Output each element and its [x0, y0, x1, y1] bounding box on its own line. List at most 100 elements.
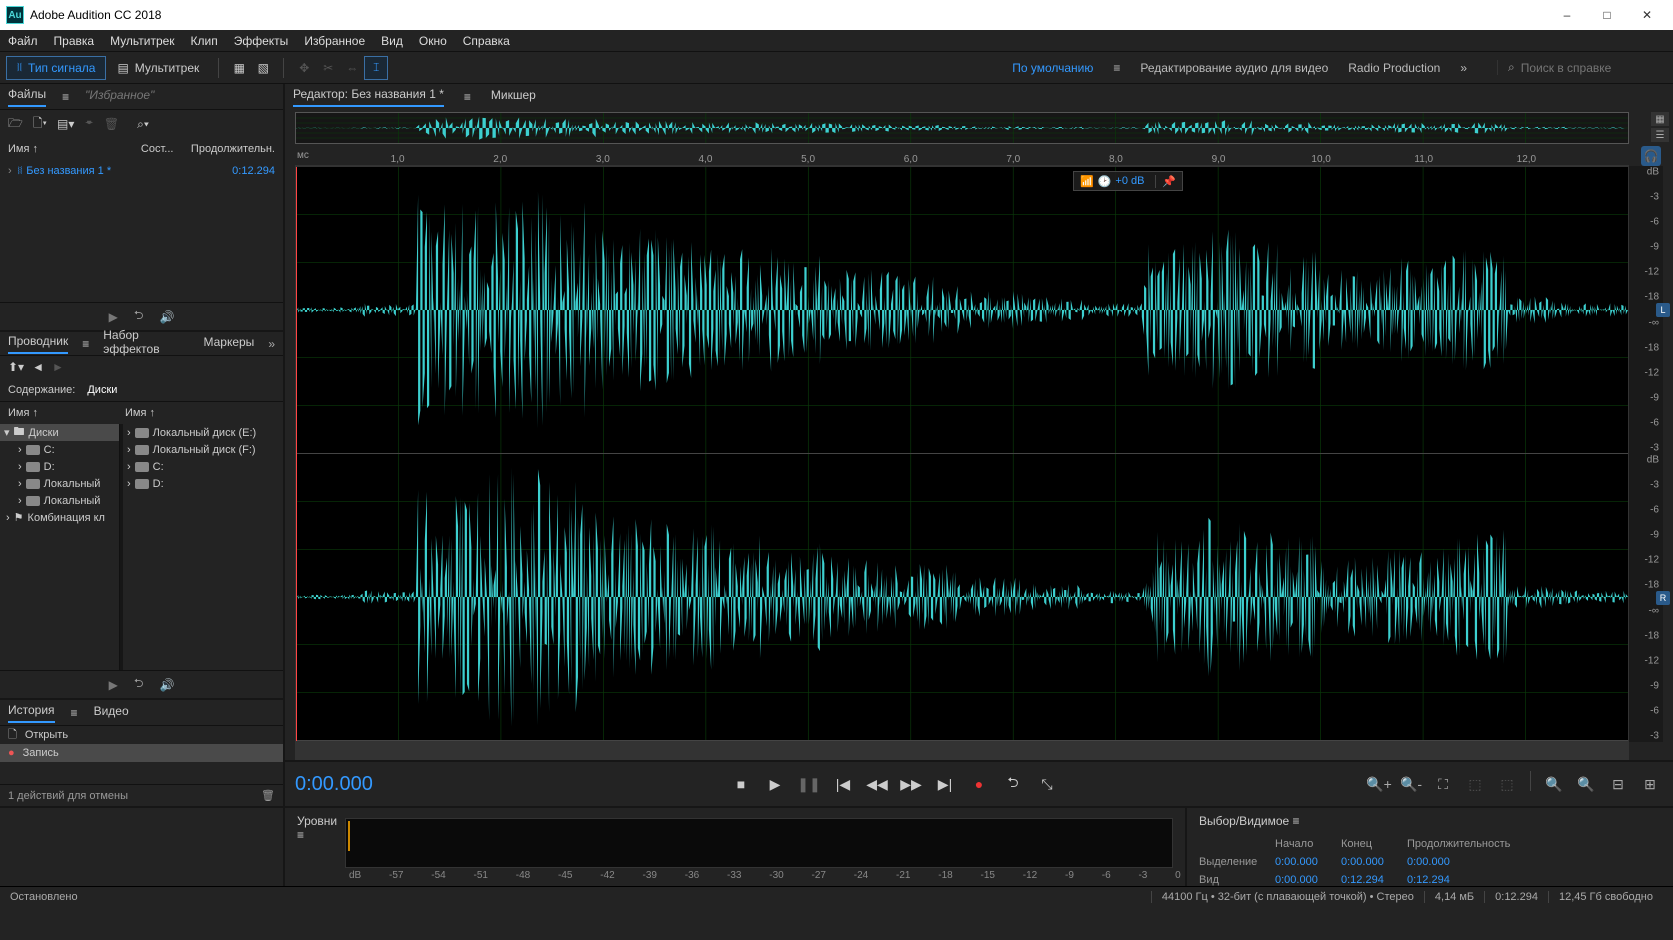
file-row[interactable]: › ⧘⧙ Без названия 1 * 0:12.294: [0, 160, 283, 182]
open-file-icon[interactable]: 🗁: [8, 114, 23, 135]
new-file-icon[interactable]: 🗋▾: [33, 114, 47, 135]
fwd-icon[interactable]: ►: [52, 360, 64, 374]
browser-list-col-name[interactable]: Имя ↑: [125, 407, 275, 419]
timecode[interactable]: 0:00.000: [295, 773, 575, 796]
pin-icon[interactable]: 📌: [1155, 175, 1176, 188]
view-end[interactable]: 0:12.294: [1341, 874, 1407, 886]
tab-video[interactable]: Видео: [94, 704, 129, 722]
mixer-tab[interactable]: Микшер: [491, 88, 536, 106]
tree-local2[interactable]: › Локальный: [0, 492, 119, 509]
play-icon[interactable]: ▶: [109, 310, 118, 324]
insert-icon[interactable]: 🠿: [84, 114, 94, 135]
tree-d[interactable]: › D:: [0, 458, 119, 475]
menu-help[interactable]: Справка: [463, 34, 510, 48]
zoom-reset-amp-icon[interactable]: ⊟: [1605, 771, 1631, 797]
toolbar-spectral-pitch-icon[interactable]: ▧: [251, 56, 275, 80]
pause-button[interactable]: ❚❚: [796, 771, 822, 797]
autoplay-icon[interactable]: 🔊: [159, 678, 174, 692]
browser-col-name[interactable]: Имя ↑: [8, 407, 125, 419]
toolbar-spectral-freq-icon[interactable]: ▦: [227, 56, 251, 80]
tab-browser-menu-icon[interactable]: ≡: [82, 337, 89, 351]
channel-left-label[interactable]: L: [1656, 303, 1670, 317]
tree-disks[interactable]: ▾ 🖿Диски: [0, 424, 119, 441]
skip-start-button[interactable]: |◀: [830, 771, 856, 797]
level-meter[interactable]: [345, 818, 1173, 868]
maximize-button[interactable]: □: [1587, 0, 1627, 30]
workspace-radio[interactable]: Radio Production: [1348, 61, 1440, 75]
minimize-button[interactable]: –: [1547, 0, 1587, 30]
time-selection-tool-icon[interactable]: 𝙸: [364, 56, 388, 80]
close-button[interactable]: ✕: [1627, 0, 1667, 30]
menu-file[interactable]: Файл: [8, 34, 38, 48]
tab-favorites[interactable]: "Избранное": [85, 88, 154, 106]
play-button[interactable]: ▶: [762, 771, 788, 797]
zoom-in-time-icon[interactable]: 🔍+: [1366, 771, 1392, 797]
slip-tool-icon[interactable]: ⇔: [340, 56, 364, 80]
zoom-toggle-icon[interactable]: ⊞: [1637, 771, 1663, 797]
filter-search-icon[interactable]: ⌕▾: [137, 117, 149, 132]
sel-end[interactable]: 0:00.000: [1341, 856, 1407, 868]
list-item[interactable]: › Локальный диск (E:): [123, 424, 283, 441]
horizontal-scrollbar[interactable]: [295, 742, 1629, 760]
mode-waveform-button[interactable]: ⧘⧙ Тип сигнала: [6, 56, 106, 80]
files-col-status[interactable]: Сост...: [141, 143, 191, 155]
menu-view[interactable]: Вид: [381, 34, 403, 48]
menu-favorites[interactable]: Избранное: [304, 34, 365, 48]
autoplay-icon[interactable]: 🔊: [159, 310, 174, 324]
razor-tool-icon[interactable]: ✂: [316, 56, 340, 80]
tab-history-menu-icon[interactable]: ≡: [71, 706, 78, 720]
list-item[interactable]: › C:: [123, 458, 283, 475]
list-item[interactable]: › Локальный диск (F:): [123, 441, 283, 458]
tab-more-icon[interactable]: »: [268, 337, 275, 351]
up-button-icon[interactable]: ⬆▾: [8, 360, 24, 374]
loop-button[interactable]: ⮌: [1000, 771, 1026, 797]
selection-menu-icon[interactable]: ≡: [1293, 814, 1300, 828]
rewind-button[interactable]: ◀◀: [864, 771, 890, 797]
back-icon[interactable]: ◄: [32, 360, 44, 374]
zoom-out-time-icon[interactable]: 🔍-: [1398, 771, 1424, 797]
skip-selection-button[interactable]: ⤡: [1034, 771, 1060, 797]
mode-multitrack-button[interactable]: ▤ Мультитрек: [106, 56, 210, 80]
tab-files-menu-icon[interactable]: ≡: [62, 90, 69, 104]
editor-tab-menu-icon[interactable]: ≡: [464, 90, 471, 104]
overview-opt2-icon[interactable]: ☰: [1651, 128, 1669, 142]
tree-local1[interactable]: › Локальный: [0, 475, 119, 492]
levels-label[interactable]: Уровни: [297, 814, 337, 828]
forward-button[interactable]: ▶▶: [898, 771, 924, 797]
workspace-more-icon[interactable]: »: [1460, 61, 1467, 75]
new-multitrack-icon[interactable]: ▤▾: [57, 117, 74, 131]
sel-dur[interactable]: 0:00.000: [1407, 856, 1487, 868]
history-open[interactable]: 🗋 Открыть: [0, 726, 283, 744]
list-item[interactable]: › D:: [123, 475, 283, 492]
delete-icon[interactable]: 🗑: [104, 117, 119, 131]
view-dur[interactable]: 0:12.294: [1407, 874, 1487, 886]
files-col-duration[interactable]: Продолжительн.: [191, 143, 275, 155]
files-col-name[interactable]: Имя ↑: [8, 143, 141, 155]
history-record[interactable]: ● Запись: [0, 744, 283, 762]
sel-start[interactable]: 0:00.000: [1275, 856, 1341, 868]
time-ruler[interactable]: мс 1,02,03,04,05,06,07,08,09,010,011,012…: [295, 146, 1629, 166]
stop-button[interactable]: ■: [728, 771, 754, 797]
volume-hud[interactable]: 📶 🕑 +0 dB 📌: [1073, 171, 1183, 191]
tab-files[interactable]: Файлы: [8, 87, 46, 107]
workspace-menu-icon[interactable]: ≡: [1113, 61, 1120, 75]
waveform-display[interactable]: 📶 🕑 +0 dB 📌 L R dB-3-6-9-12-18-∞-18-12-9…: [295, 166, 1663, 742]
zoom-sel-icon[interactable]: ⬚: [1462, 771, 1488, 797]
trash-icon[interactable]: 🗑: [261, 789, 275, 802]
menu-window[interactable]: Окно: [419, 34, 447, 48]
move-tool-icon[interactable]: ✥: [292, 56, 316, 80]
expand-icon[interactable]: ›: [8, 165, 12, 177]
play-icon[interactable]: ▶: [109, 678, 118, 692]
overview-opt1-icon[interactable]: ▦: [1651, 112, 1669, 126]
tree-c[interactable]: › C:: [0, 441, 119, 458]
playhead[interactable]: [296, 167, 297, 741]
tab-effects[interactable]: Набор эффектов: [103, 328, 189, 360]
skip-end-button[interactable]: ▶|: [932, 771, 958, 797]
menu-multitrack[interactable]: Мультитрек: [110, 34, 174, 48]
loop-icon[interactable]: ⮌: [134, 674, 144, 695]
overview[interactable]: ▦ ☰: [285, 110, 1673, 146]
help-search-input[interactable]: [1521, 61, 1651, 75]
workspace-default[interactable]: По умолчанию: [1012, 61, 1093, 75]
zoom-in-sel-icon[interactable]: ⬚: [1494, 771, 1520, 797]
loop-icon[interactable]: ⮌: [134, 306, 144, 327]
